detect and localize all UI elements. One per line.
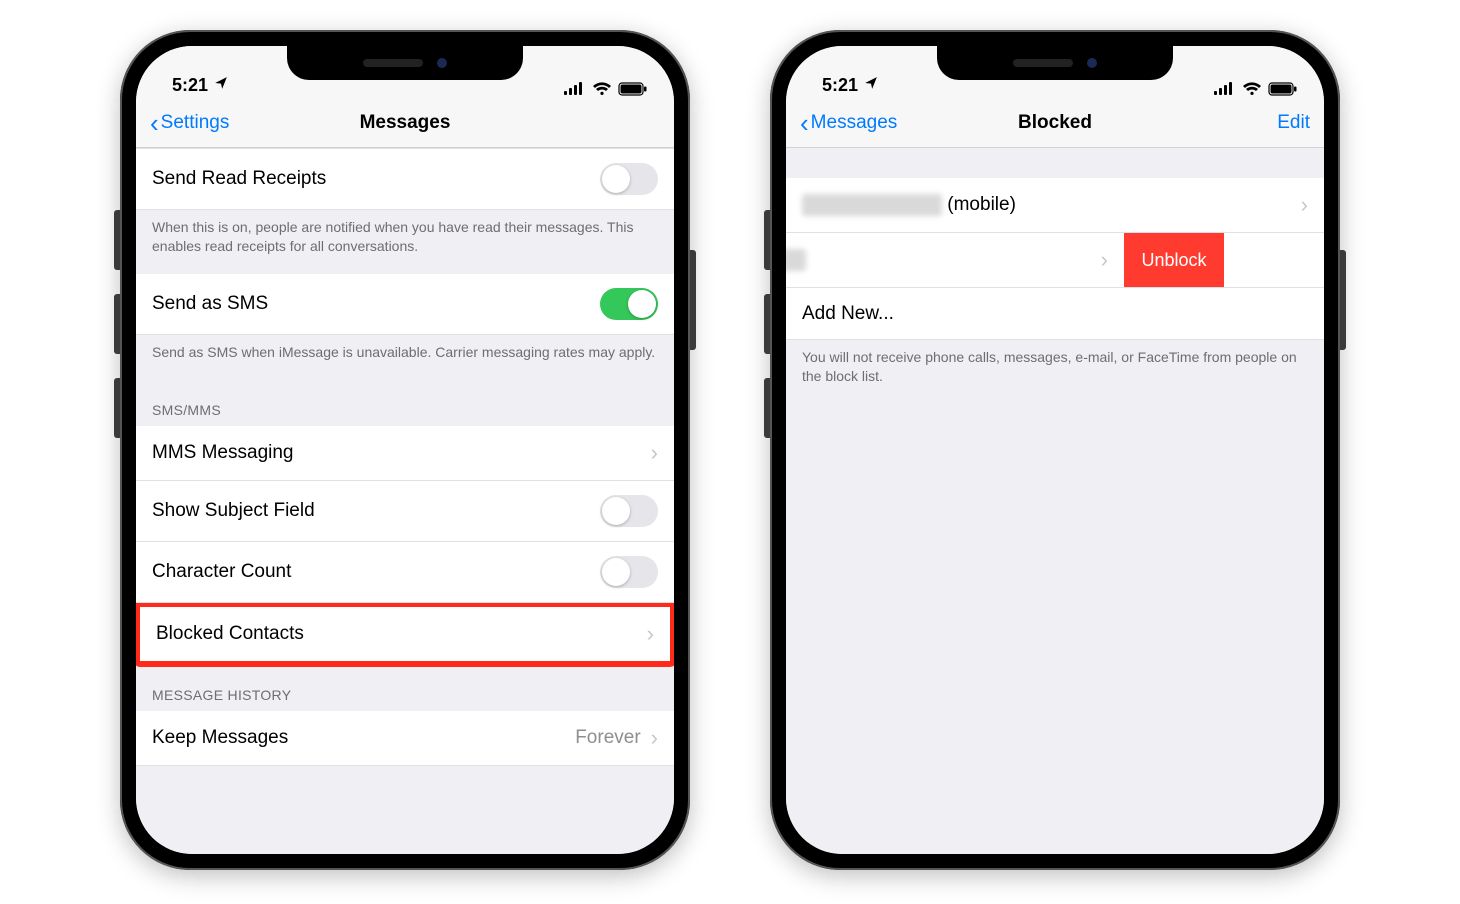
phone-right: 5:21 [770, 30, 1340, 870]
wifi-icon [1242, 82, 1262, 96]
location-arrow-icon [864, 76, 878, 95]
row-show-subject-field[interactable]: Show Subject Field [136, 481, 674, 542]
chevron-right-icon: › [647, 621, 654, 647]
toggle-character-count[interactable] [600, 556, 658, 588]
add-new-row[interactable]: Add New... [786, 288, 1324, 340]
send-as-sms-footer: Send as SMS when iMessage is unavailable… [136, 335, 674, 380]
toggle-read-receipts[interactable] [600, 163, 658, 195]
edit-button[interactable]: Edit [1250, 112, 1310, 134]
nav-bar: ‹ Settings Messages [136, 98, 674, 148]
chevron-right-icon: › [651, 440, 658, 466]
send-as-sms-label: Send as SMS [152, 293, 268, 315]
section-header-sms: SMS/MMS [136, 380, 674, 426]
chevron-right-icon: › [1101, 247, 1108, 273]
chevron-right-icon: › [651, 725, 658, 751]
unblock-button[interactable]: Unblock [1124, 233, 1224, 287]
row-mms-messaging[interactable]: MMS Messaging › [136, 426, 674, 481]
toggle-send-as-sms[interactable] [600, 288, 658, 320]
read-receipts-footer: When this is on, people are notified whe… [136, 210, 674, 274]
back-button[interactable]: ‹ Settings [150, 110, 260, 136]
wifi-icon [592, 82, 612, 96]
mms-label: MMS Messaging [152, 442, 294, 464]
blocked-contact-row-swiped[interactable]: 8 › Unblock [786, 233, 1324, 288]
notch [287, 46, 523, 80]
blocked-footer: You will not receive phone calls, messag… [786, 340, 1324, 404]
location-arrow-icon [214, 76, 228, 95]
cellular-signal-icon [564, 82, 586, 96]
blocked-content: (mobile) › 8 › Unblock [786, 148, 1324, 854]
status-time: 5:21 [172, 75, 208, 96]
row-send-read-receipts[interactable]: Send Read Receipts [136, 148, 674, 210]
status-time: 5:21 [822, 75, 858, 96]
subject-label: Show Subject Field [152, 500, 315, 522]
chevron-right-icon: › [1301, 192, 1308, 218]
section-header-history: MESSAGE HISTORY [136, 665, 674, 711]
chevron-left-icon: ‹ [150, 110, 159, 136]
battery-icon [1268, 82, 1298, 96]
row-keep-messages[interactable]: Keep Messages Forever › [136, 711, 674, 766]
phone-left: 5:21 [120, 30, 690, 870]
row-blocked-contacts[interactable]: Blocked Contacts › [140, 607, 670, 661]
row-send-as-sms[interactable]: Send as SMS [136, 274, 674, 335]
notch [937, 46, 1173, 80]
contact-suffix: (mobile) [947, 194, 1016, 215]
back-button[interactable]: ‹ Messages [800, 110, 910, 136]
blocked-contact-row[interactable]: (mobile) › [786, 178, 1324, 233]
redacted-name [802, 194, 942, 216]
settings-content: Send Read Receipts When this is on, peop… [136, 148, 674, 854]
add-new-label: Add New... [802, 303, 894, 325]
back-label: Messages [811, 112, 898, 134]
blocked-contacts-label: Blocked Contacts [156, 623, 304, 645]
read-receipts-label: Send Read Receipts [152, 168, 326, 190]
back-label: Settings [161, 112, 230, 134]
keep-messages-value: Forever [575, 727, 640, 749]
keep-messages-label: Keep Messages [152, 727, 288, 749]
chevron-left-icon: ‹ [800, 110, 809, 136]
row-character-count[interactable]: Character Count [136, 542, 674, 603]
charcount-label: Character Count [152, 561, 291, 583]
toggle-subject-field[interactable] [600, 495, 658, 527]
cellular-signal-icon [1214, 82, 1236, 96]
nav-bar: ‹ Messages Blocked Edit [786, 98, 1324, 148]
battery-icon [618, 82, 648, 96]
redacted-name [786, 249, 806, 271]
